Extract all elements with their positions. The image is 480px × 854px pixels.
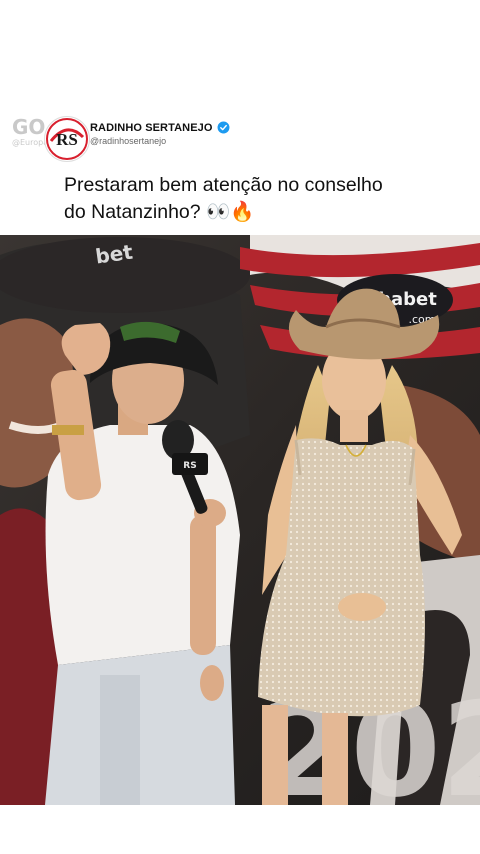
- account-handle[interactable]: @radinhosertanejo: [90, 136, 230, 146]
- post-header: GO @Europa... RS RADINHO SERTANEJO @radi…: [12, 112, 468, 164]
- svg-text:RS: RS: [56, 130, 78, 149]
- caption-line-1: Prestaram bem atenção no conselho: [64, 174, 383, 196]
- account-name-row[interactable]: RADINHO SERTANEJO: [90, 121, 230, 134]
- account-name[interactable]: RADINHO SERTANEJO: [90, 122, 213, 134]
- radinho-logo-icon: RS: [46, 118, 88, 160]
- svg-text:RS: RS: [183, 461, 196, 471]
- caption-line-2: do Natanzinho? 👀🔥: [64, 201, 255, 223]
- bottom-area: [0, 805, 480, 854]
- video-frame[interactable]: anhabet .com bet 202: [0, 235, 480, 805]
- verified-badge-icon: [217, 121, 229, 134]
- account-info: RADINHO SERTANEJO @radinhosertanejo: [90, 121, 230, 146]
- post-caption: Prestaram bem atenção no conselho do Nat…: [64, 172, 464, 226]
- avatar[interactable]: RS: [44, 116, 90, 162]
- video-still: anhabet .com bet 202: [0, 235, 480, 805]
